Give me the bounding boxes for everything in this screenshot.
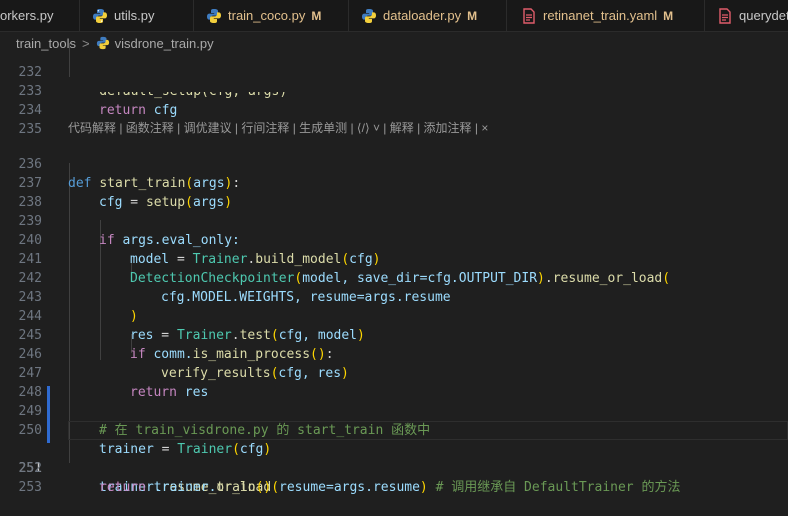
code-line: 240 model = Trainer.build_model(cfg) [0, 212, 788, 267]
code-comment: # 调用继承自 DefaultTrainer 的方法 [427, 480, 681, 495]
code-token: =args.resume [326, 480, 420, 495]
code-line: 237 cfg = setup(args) [0, 155, 788, 210]
code-line: 239 if args.eval_only: [0, 193, 788, 248]
code-line: 246 verify_results(cfg, res) [0, 326, 788, 381]
code-line: 252 return trainer.train() [0, 440, 788, 495]
code-line: 241 DetectionCheckpointer(model, save_di… [0, 231, 788, 286]
tab-retinanet-train-yaml[interactable]: retinanet_train.yaml M [507, 0, 705, 31]
modified-badge: M [311, 8, 322, 23]
code-token: resume [279, 480, 326, 495]
code-line: 244 res = Trainer.test(cfg, model) [0, 288, 788, 343]
tab-label: retinanet_train.yaml [543, 8, 658, 23]
code-line: 235 [0, 101, 788, 137]
code-line: 232 default_setup(cfg, args) [0, 44, 788, 99]
code-line: 243 ) [0, 269, 788, 324]
tab-train-coco[interactable]: train_coco.py M [194, 0, 349, 31]
python-icon [93, 8, 107, 23]
code-line: 248 [0, 364, 788, 400]
tab-label: orkers.py [0, 8, 54, 23]
code-token: trainer. [145, 480, 217, 495]
code-line: 234 [0, 82, 788, 118]
python-icon [362, 8, 376, 23]
python-icon [207, 8, 221, 23]
editor-tab-bar: orkers.py utils.py train_coco.py M datal… [0, 0, 788, 32]
code-line: 242 cfg.MODEL.WEIGHTS, resume=args.resum… [0, 250, 788, 305]
code-line: 233 return cfg [0, 63, 788, 118]
line-number: 253 [18, 480, 42, 495]
tab-label: train_coco.py [228, 8, 306, 23]
code-token: return [99, 480, 146, 495]
yaml-icon [719, 7, 731, 24]
tab-label: querydet_ [739, 8, 788, 23]
code-editor[interactable]: 232 default_setup(cfg, args) 233 return … [0, 43, 788, 495]
code-line: 236 def start_train(args): [0, 136, 788, 191]
current-line-highlight [68, 421, 788, 440]
code-line: 245 if comm.is_main_process(): [0, 307, 788, 362]
tab-querydet[interactable]: querydet_ [705, 0, 788, 31]
code-token: train [216, 480, 256, 495]
code-line: 253 [0, 459, 788, 495]
code-line: 247 return res [0, 345, 788, 400]
tab-dataloader[interactable]: dataloader.py M [349, 0, 507, 31]
tab-label: utils.py [114, 8, 155, 23]
tab-label: dataloader.py [383, 8, 462, 23]
yaml-icon [523, 7, 535, 24]
tab-utils[interactable]: utils.py [80, 0, 194, 31]
code-line: 250 trainer = Trainer(cfg) [0, 402, 788, 457]
modified-badge: M [467, 8, 478, 23]
code-line: 238 [0, 174, 788, 210]
modified-badge: M [663, 8, 674, 23]
tab-workers[interactable]: orkers.py [0, 0, 80, 31]
code-line-active: 251 trainer.resume_or_load(resume=args.r… [0, 421, 788, 495]
code-line: 249 # 在 train_visdrone.py 的 start_train … [0, 383, 788, 438]
